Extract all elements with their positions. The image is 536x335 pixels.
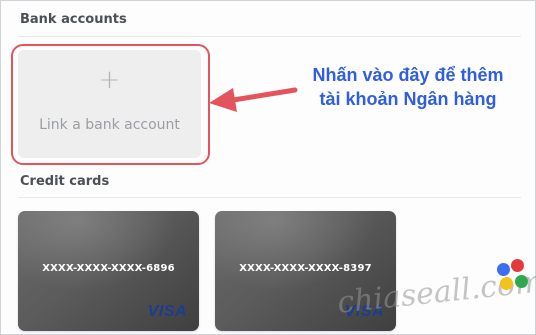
- card-number: XXXX-XXXX-XXXX-6896: [42, 263, 175, 274]
- annotation-callout: Nhấn vào đây để thêm tài khoản Ngân hàng: [297, 63, 519, 111]
- divider: [18, 36, 521, 37]
- watermark-logo: chiaseall.com: [336, 259, 536, 335]
- logo-dot: [515, 275, 528, 288]
- credit-card[interactable]: XXXX-XXXX-XXXX-6896 VISA: [18, 211, 199, 331]
- visa-logo: VISA: [147, 303, 187, 320]
- link-bank-account-label: Link a bank account: [39, 117, 180, 133]
- divider: [18, 197, 521, 198]
- logo-dot: [511, 259, 524, 272]
- bank-accounts-heading: Bank accounts: [20, 12, 127, 27]
- logo-dot: [497, 263, 510, 276]
- annotation-line-1: Nhấn vào đây để thêm: [312, 65, 504, 85]
- plus-icon: +: [98, 65, 121, 95]
- arrow-left-icon: [209, 87, 298, 112]
- logo-dot: [500, 277, 513, 290]
- credit-cards-heading: Credit cards: [20, 174, 110, 189]
- payment-methods-panel: Bank accounts + Link a bank account Nhấn…: [0, 0, 536, 335]
- link-bank-account-button[interactable]: + Link a bank account: [18, 50, 201, 158]
- annotation-line-2: tài khoản Ngân hàng: [319, 89, 497, 109]
